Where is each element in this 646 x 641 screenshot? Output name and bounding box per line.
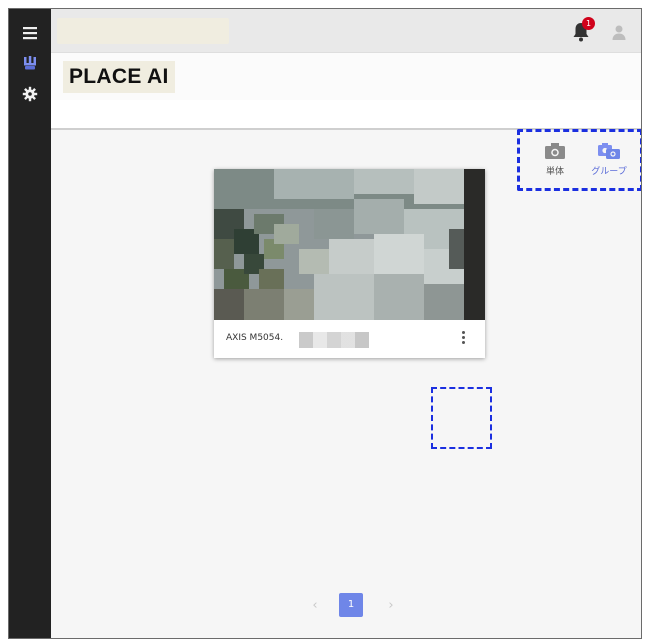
camera-network-icon[interactable]	[9, 49, 51, 77]
highlight-placeholder	[431, 387, 492, 449]
camera-group-icon	[598, 143, 620, 159]
kebab-menu-icon	[461, 331, 465, 334]
title-band: PLACE AI	[51, 53, 641, 100]
previous-page-button[interactable]: ‹	[307, 597, 323, 615]
group-view-label: グループ	[591, 167, 627, 177]
toolbar-band	[51, 100, 641, 130]
menu-icon[interactable]	[9, 19, 51, 47]
sidebar	[9, 9, 51, 638]
camera-icon	[545, 143, 565, 159]
notification-button[interactable]: 1	[571, 17, 595, 43]
camera-name: AXIS M5054.	[226, 333, 284, 343]
page-title: PLACE AI	[63, 61, 175, 93]
pagination: ‹ 1 ›	[299, 593, 399, 619]
single-view-label: 単体	[545, 167, 564, 177]
view-toggle: 単体 グループ	[517, 129, 641, 191]
camera-card[interactable]: AXIS M5054.	[214, 169, 485, 358]
pixelated-camera-image	[214, 169, 485, 320]
notification-badge: 1	[582, 17, 595, 30]
single-view-button[interactable]: 単体	[532, 142, 578, 186]
redacted-camera-id	[299, 332, 369, 348]
search-input[interactable]	[57, 18, 229, 44]
top-bar: 1	[51, 9, 641, 53]
group-view-button[interactable]: グループ	[586, 142, 632, 186]
current-page-button[interactable]: 1	[339, 593, 363, 617]
next-page-button[interactable]: ›	[383, 597, 399, 615]
more-options-button[interactable]	[459, 330, 467, 348]
camera-card-footer: AXIS M5054.	[214, 320, 485, 358]
app-window: 1 PLACE AI 単体 グループ AXIS M5054. ‹ 1 ›	[8, 8, 642, 639]
gear-icon[interactable]	[9, 80, 51, 108]
user-icon[interactable]	[611, 24, 627, 42]
camera-thumbnail[interactable]	[214, 169, 485, 320]
